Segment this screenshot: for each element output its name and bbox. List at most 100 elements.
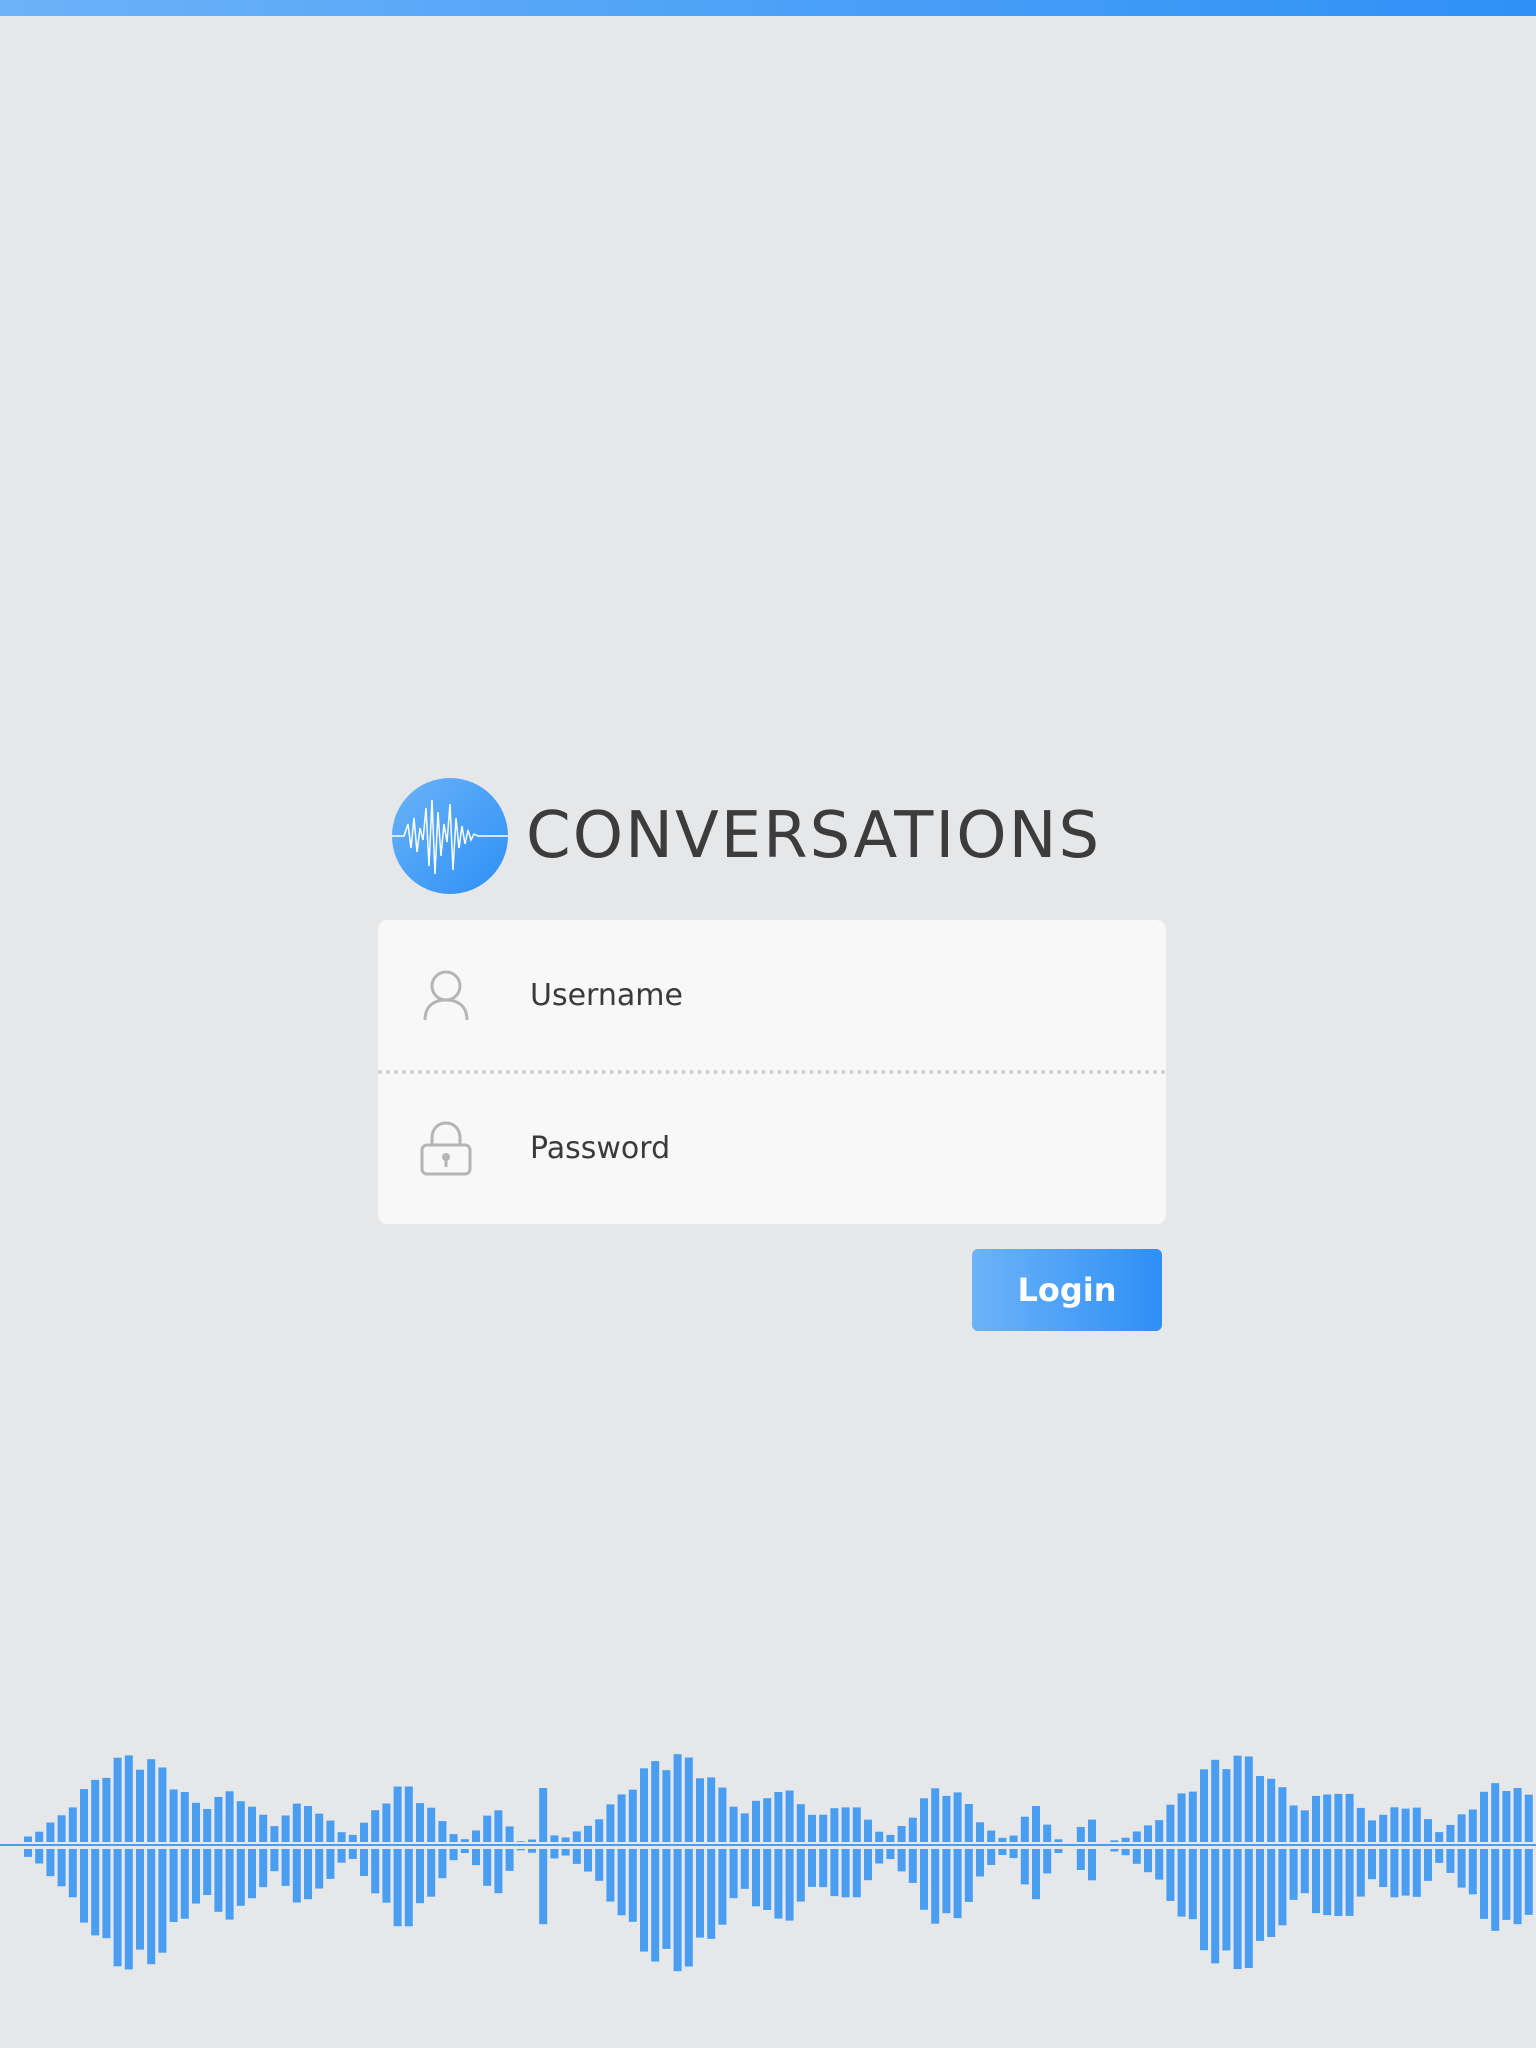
waveform-bar-bottom: [1379, 1849, 1388, 1887]
waveform-bar-bottom: [1043, 1849, 1052, 1874]
waveform-bar-top: [1491, 1783, 1500, 1842]
waveform-bar-top: [1222, 1769, 1231, 1842]
waveform-bar-bottom: [35, 1849, 44, 1864]
waveform-bar-top: [505, 1826, 514, 1842]
waveform-bar-bottom: [57, 1849, 66, 1887]
waveform-bar-bottom: [348, 1849, 357, 1859]
waveform-bar-top: [1368, 1820, 1376, 1842]
waveform-bar-top: [348, 1834, 357, 1842]
waveform-bar-bottom: [292, 1849, 301, 1903]
waveform-bar-bottom: [987, 1849, 996, 1865]
waveform-bar-bottom: [1244, 1849, 1253, 1968]
waveform-bar-bottom: [393, 1849, 402, 1927]
waveform-bar-top: [1300, 1810, 1309, 1842]
waveform-bar-top: [1390, 1807, 1399, 1842]
waveform-bar-bottom: [91, 1849, 100, 1936]
waveform-bar-top: [147, 1759, 156, 1842]
waveform-bar-bottom: [1513, 1849, 1522, 1925]
waveform-bar-top: [1244, 1756, 1253, 1842]
waveform-bar-top: [942, 1795, 951, 1842]
waveform-bar-bottom: [483, 1849, 492, 1886]
waveform-bar-bottom: [707, 1849, 716, 1939]
waveform-bar-top: [1401, 1808, 1410, 1842]
waveform-bar-top: [628, 1789, 637, 1842]
waveform-bar-top: [808, 1814, 816, 1842]
waveform-bar-top: [1188, 1791, 1197, 1842]
waveform-bar-bottom: [763, 1849, 772, 1910]
waveform-bar-top: [785, 1790, 794, 1842]
username-field: [378, 920, 1166, 1070]
waveform-bar-top: [360, 1822, 368, 1842]
waveform-bar-top: [852, 1807, 861, 1842]
waveform-bar-bottom: [1424, 1849, 1432, 1881]
waveform-bar-bottom: [460, 1849, 469, 1853]
waveform-bar-bottom: [438, 1849, 447, 1879]
waveform-bar-top: [752, 1800, 760, 1842]
waveform-bar-bottom: [315, 1849, 324, 1889]
username-input[interactable]: [530, 977, 1130, 1013]
waveform-bar-top: [572, 1831, 581, 1842]
waveform-bar-top: [1054, 1839, 1063, 1842]
waveform-bar-top: [908, 1817, 917, 1842]
waveform-bar-top: [516, 1841, 525, 1842]
waveform-bar-bottom: [1435, 1849, 1444, 1863]
waveform-bar-top: [91, 1779, 100, 1842]
waveform-bar-top: [1457, 1814, 1466, 1842]
password-input[interactable]: [530, 1130, 1130, 1166]
waveform-bar-top: [248, 1806, 256, 1842]
waveform-bar-bottom: [1323, 1849, 1332, 1916]
waveform-bar-bottom: [169, 1849, 178, 1922]
waveform-bar-bottom: [1155, 1849, 1164, 1880]
waveform-bar-top: [662, 1770, 671, 1842]
waveform-bar-top: [1468, 1809, 1477, 1842]
waveform-bar-top: [292, 1803, 301, 1842]
waveform-bar-bottom: [304, 1849, 312, 1900]
waveform-bar-bottom: [1088, 1849, 1096, 1881]
waveform-bar-top: [68, 1807, 77, 1842]
login-button[interactable]: Login: [972, 1249, 1162, 1331]
app-title: CONVERSATIONS: [526, 798, 1102, 873]
waveform-bar-top: [1088, 1819, 1096, 1842]
waveform-bar-bottom: [662, 1849, 671, 1949]
waveform-bar-top: [796, 1804, 805, 1842]
waveform-bar-top: [1267, 1778, 1276, 1842]
waveform-bar-bottom: [494, 1849, 503, 1894]
waveform-bar-top: [584, 1825, 592, 1842]
waveform-bar-bottom: [203, 1849, 212, 1895]
waveform-bar-bottom: [617, 1849, 626, 1916]
waveform-bar-bottom: [1032, 1849, 1040, 1900]
waveform-bar-bottom: [864, 1849, 872, 1881]
waveform-bar-bottom: [1300, 1849, 1309, 1894]
waveform-bar-top: [964, 1804, 973, 1842]
waveform-bar-top: [953, 1792, 962, 1842]
waveform-bar-top: [976, 1822, 984, 1842]
waveform-bar-top: [259, 1814, 268, 1842]
waveform-bar-top: [404, 1786, 413, 1842]
waveform-bar-top: [729, 1806, 738, 1842]
waveform-bar-bottom: [1188, 1849, 1197, 1920]
waveform-bar-top: [236, 1801, 245, 1842]
waveform-bar-top: [931, 1788, 940, 1842]
waveform-bar-bottom: [404, 1849, 413, 1927]
waveform-bar-bottom: [539, 1849, 548, 1925]
waveform-bar-top: [1020, 1816, 1029, 1842]
waveform-bar-top: [1233, 1755, 1242, 1842]
waveform-bar-bottom: [1368, 1849, 1376, 1880]
waveform-bar-bottom: [1076, 1849, 1085, 1870]
waveform-bar-bottom: [192, 1849, 200, 1904]
waveform-bar-top: [438, 1821, 447, 1842]
waveform-bar-top: [136, 1769, 144, 1842]
waveform-bar-top: [158, 1767, 167, 1842]
waveform-bar-top: [673, 1754, 682, 1842]
waveform-bar-bottom: [886, 1849, 895, 1859]
waveform-bar-bottom: [595, 1849, 604, 1881]
waveform-logo-icon: [392, 777, 508, 894]
lock-icon: [420, 1120, 472, 1176]
waveform-bar-top: [539, 1788, 548, 1842]
waveform-bar-top: [1166, 1804, 1175, 1842]
waveform-bar-bottom: [1502, 1849, 1511, 1920]
waveform-bar-bottom: [46, 1849, 55, 1877]
waveform-bar-bottom: [942, 1849, 951, 1914]
waveform-bar-top: [113, 1757, 122, 1842]
waveform-bar-top: [774, 1792, 783, 1842]
